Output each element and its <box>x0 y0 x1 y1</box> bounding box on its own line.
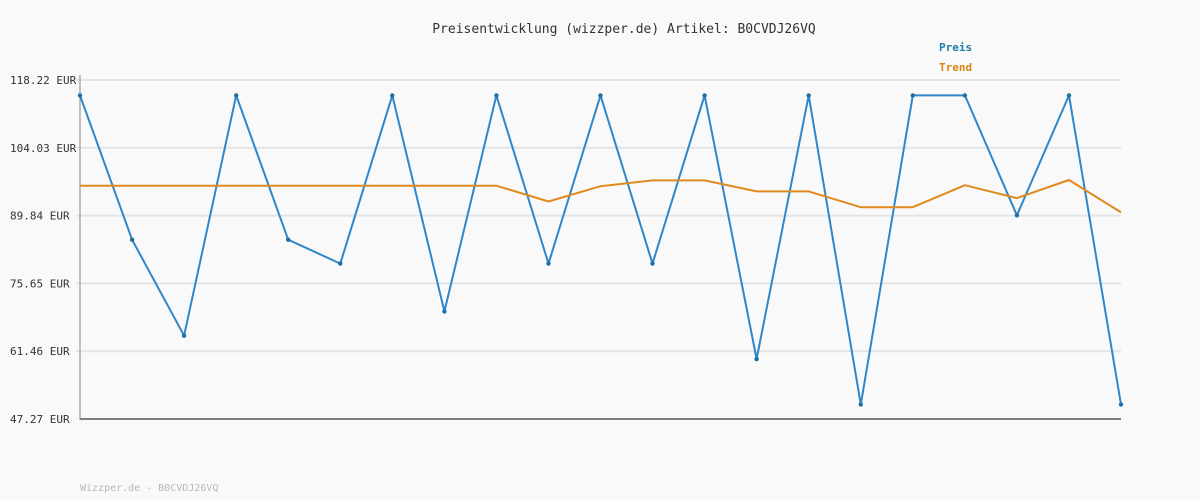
price-point <box>390 93 395 98</box>
price-point <box>702 93 707 98</box>
price-point <box>286 237 291 242</box>
y-tick-label: 47.27 EUR <box>10 413 70 426</box>
footer-text: Wizzper.de - B0CVDJ26VQ <box>80 483 218 494</box>
price-point <box>910 93 915 98</box>
y-tick-label: 118.22 EUR <box>10 74 77 87</box>
series-line-preis <box>79 94 1122 406</box>
price-point <box>129 237 135 242</box>
y-tick-label: 61.46 EUR <box>10 345 70 358</box>
y-tick-label: 89.84 EUR <box>10 210 70 223</box>
chart-title: Preisentwicklung (wizzper.de) Artikel: B… <box>432 22 816 37</box>
price-point <box>650 261 655 266</box>
price-point <box>546 261 551 266</box>
price-point <box>754 356 759 362</box>
legend-label-preis: Preis <box>939 41 972 54</box>
series-line-trend <box>80 179 1122 214</box>
price-point <box>77 93 83 98</box>
price-chart: Preisentwicklung (wizzper.de) Artikel: B… <box>0 0 1200 500</box>
price-point <box>442 309 447 314</box>
price-point <box>598 93 603 98</box>
y-tick-label: 75.65 EUR <box>10 277 70 290</box>
chart-svg: Preisentwicklung (wizzper.de) Artikel: B… <box>10 22 1124 494</box>
y-tick-label: 104.03 EUR <box>10 142 77 155</box>
price-point <box>181 333 187 338</box>
price-point <box>338 261 343 266</box>
price-point <box>858 402 863 407</box>
price-point <box>962 93 968 98</box>
legend-label-trend: Trend <box>939 61 972 74</box>
price-point <box>1014 213 1020 218</box>
series-lines <box>77 93 1124 407</box>
price-point <box>806 93 811 98</box>
grid-lines <box>76 79 1121 353</box>
y-axis-tick-labels: 118.22 EUR 104.03 EUR 89.84 EUR 75.65 EUR 61… <box>10 74 77 426</box>
price-point <box>1066 93 1072 98</box>
price-point <box>234 93 239 98</box>
price-point <box>1118 402 1124 407</box>
price-point <box>494 93 499 98</box>
